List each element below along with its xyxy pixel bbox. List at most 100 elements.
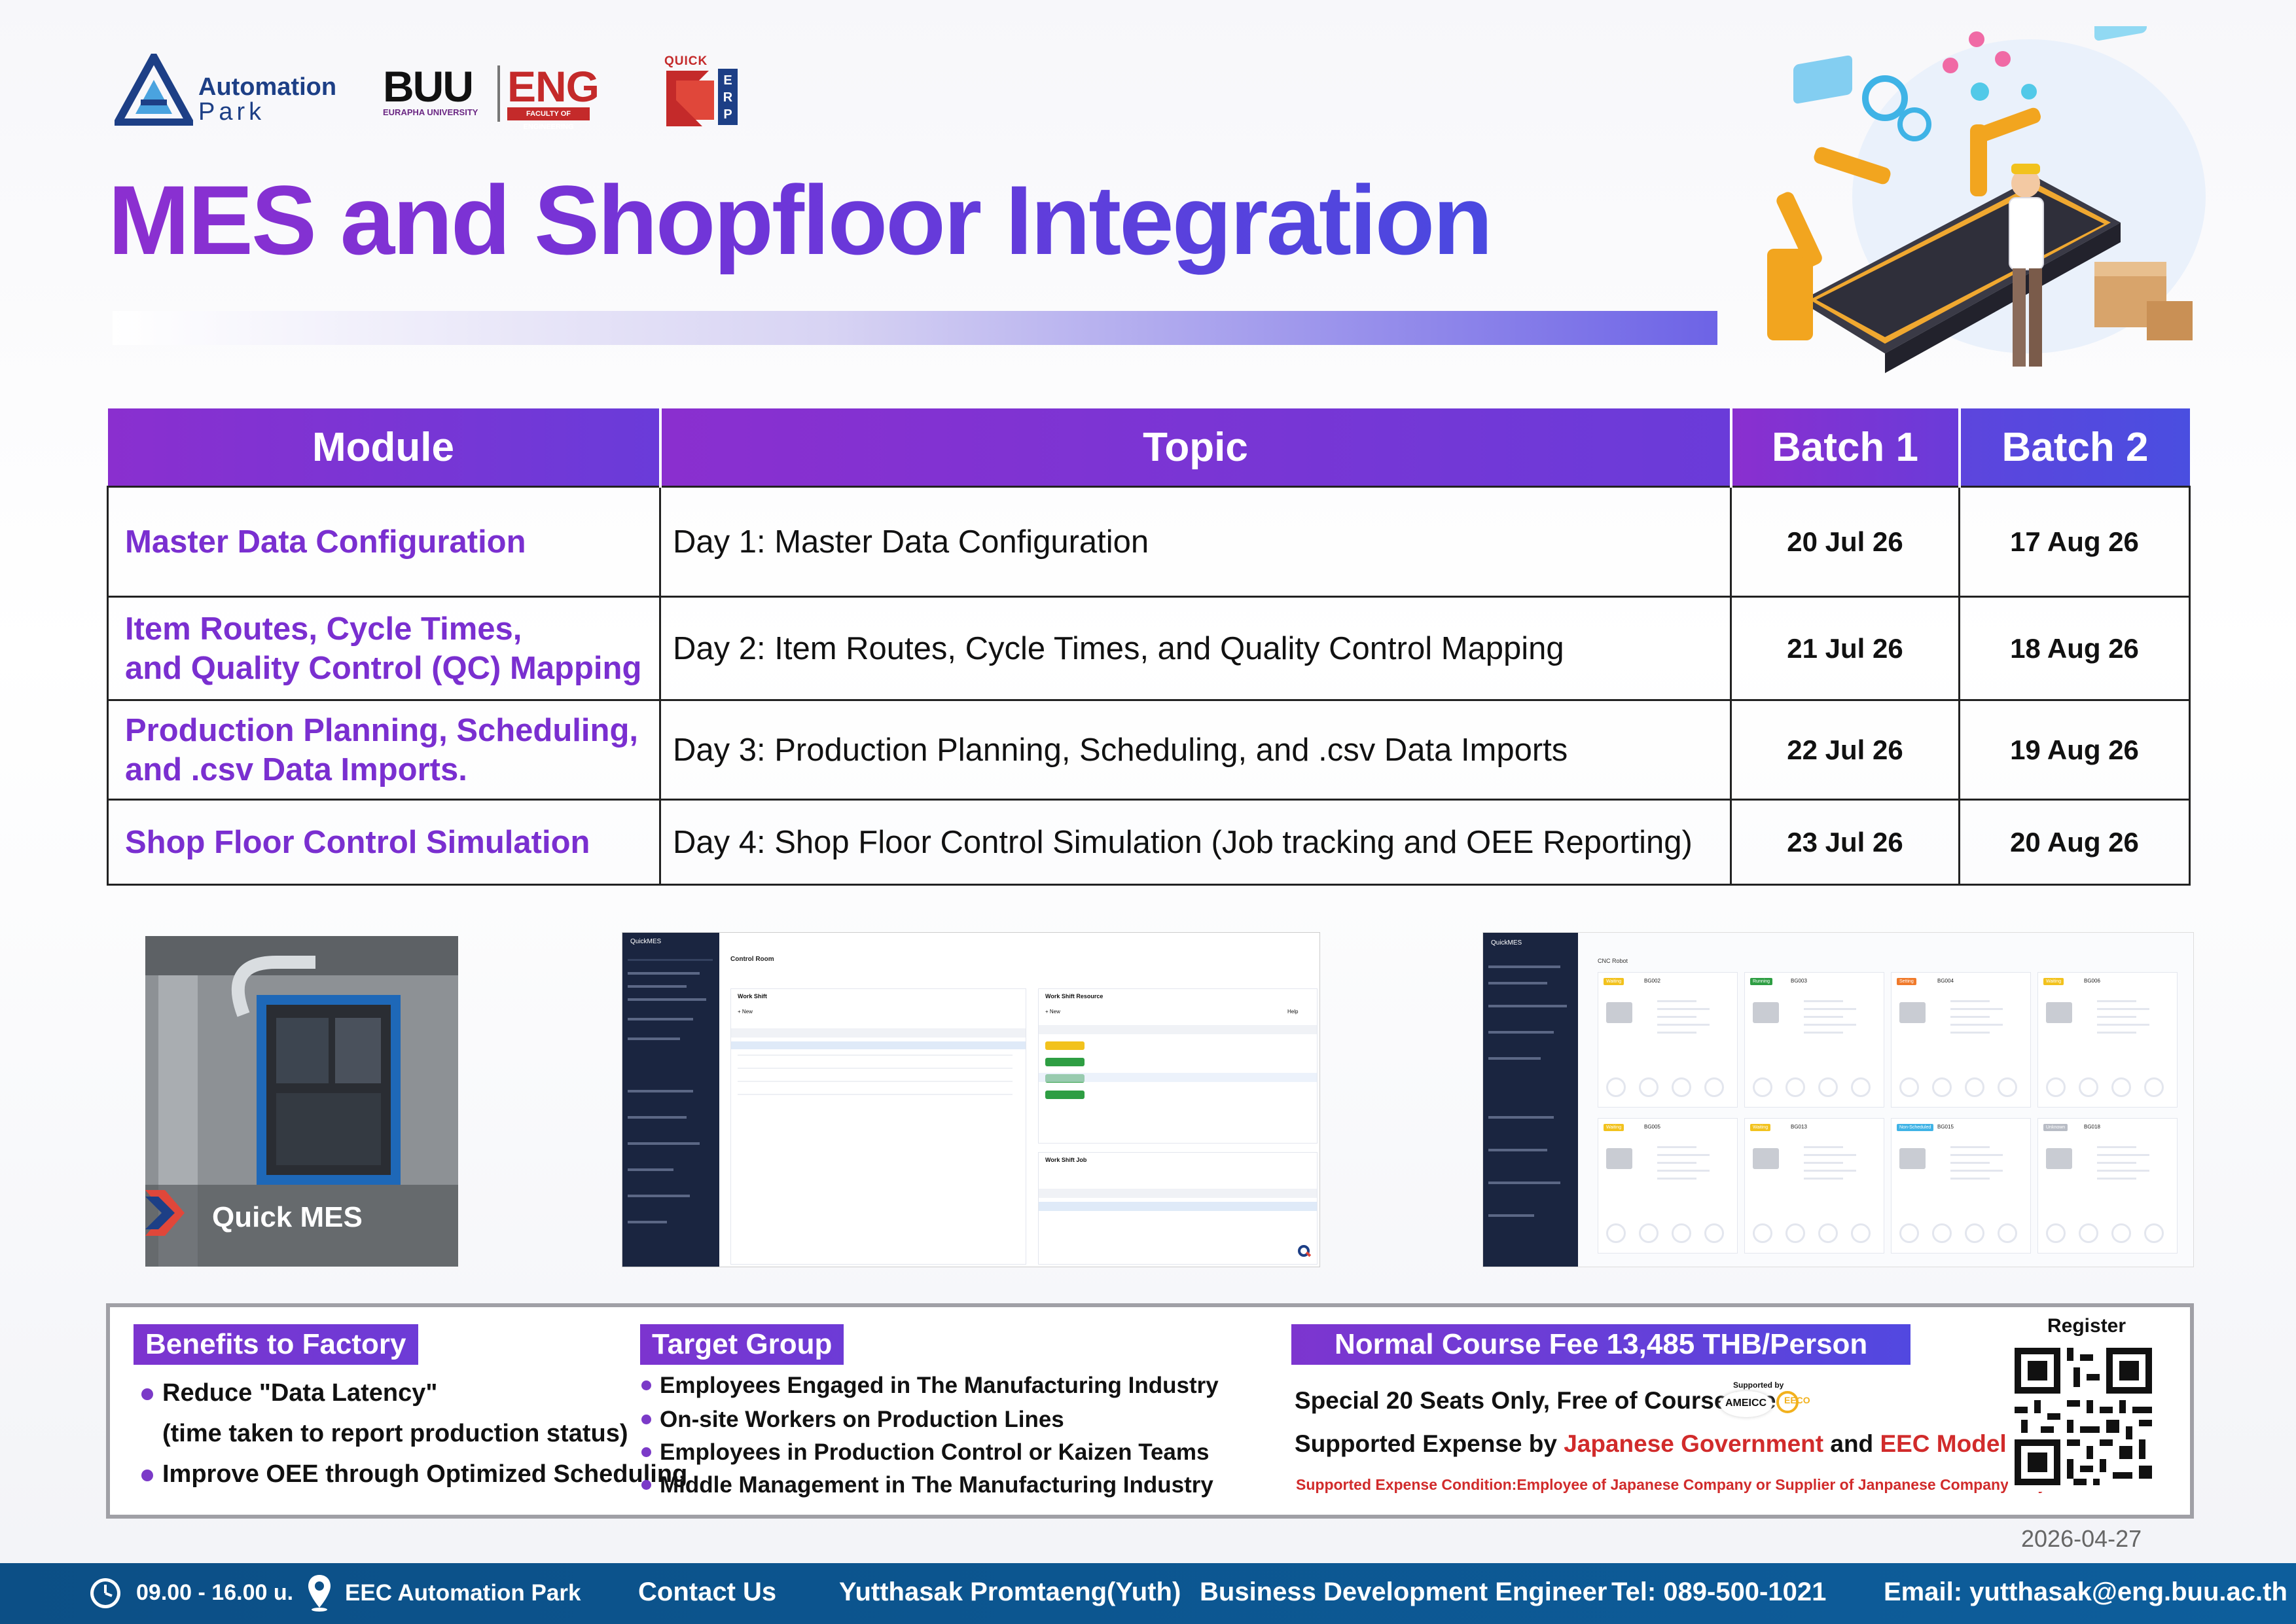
footer-location: EEC Automation Park	[345, 1580, 581, 1606]
special-seats-text: Special 20 Seats Only, Free of Course Fe…	[1295, 1387, 1776, 1414]
machine-status-badge: Setting	[1897, 978, 1916, 985]
control-room-screenshot: QuickMES Control Room Work Shift + New W…	[622, 932, 1320, 1267]
machine-card[interactable]: Waiting BG006	[2037, 972, 2178, 1108]
oee-gauge	[1851, 1223, 1871, 1243]
target-group-title: Target Group	[640, 1324, 844, 1365]
oee-gauge	[1899, 1223, 1919, 1243]
oee-gauge	[1753, 1077, 1772, 1097]
sponsor-logos: Supported by AMEICC EECO	[1711, 1380, 1810, 1420]
machine-card[interactable]: Running BG003	[1744, 972, 1884, 1108]
oee-gauge	[1753, 1223, 1772, 1243]
status-pill-waiting	[1045, 1041, 1085, 1050]
machine-thumbnail	[1606, 1148, 1632, 1169]
machine-card[interactable]: Non-Scheduled BG015	[1891, 1118, 2031, 1254]
oee-gauge	[1818, 1077, 1838, 1097]
oee-gauge	[2046, 1077, 2066, 1097]
oee-gauge	[1851, 1077, 1871, 1097]
ameicc-logo-text: AMEICC	[1725, 1398, 1767, 1409]
work-shift-panel: Work Shift + New	[730, 988, 1026, 1265]
work-shift-resource-panel: Work Shift Resource + New Help	[1038, 988, 1318, 1144]
resource-help-button[interactable]: Help	[1287, 1009, 1298, 1015]
university-name: EURAPHA UNIVERSITY	[383, 107, 478, 117]
module-name-line2: and Quality Control (QC) Mapping	[125, 650, 642, 686]
table-header-row: Module Topic Batch 1 Batch 2	[107, 408, 2190, 487]
header-topic: Topic	[660, 408, 1732, 487]
machine-card[interactable]: Setting BG004	[1891, 972, 2031, 1108]
logo-divider	[497, 65, 500, 122]
support-prefix: Supported Expense by	[1295, 1430, 1557, 1457]
target-item: Employees in Production Control or Kaize…	[641, 1439, 1210, 1465]
topic-cell: Day 2: Item Routes, Cycle Times, and Qua…	[659, 596, 1732, 701]
faculty-name: FACULTY OF ENGINEERING	[507, 107, 590, 131]
machine-id: BG002	[1644, 978, 1660, 984]
topic-cell: Day 1: Master Data Configuration	[659, 486, 1732, 598]
batch1-date: 23 Jul 26	[1730, 799, 1960, 886]
register-qr-code[interactable]	[2008, 1341, 2159, 1492]
quick-erp-icon: E R P	[666, 69, 738, 126]
machine-card[interactable]: Unknown BG018	[2037, 1118, 2178, 1254]
machine-thumbnail	[1606, 1002, 1632, 1023]
target-item: Middle Management in The Manufacturing I…	[641, 1472, 1213, 1498]
machine-id: BG005	[1644, 1124, 1660, 1130]
topic-cell: Day 3: Production Planning, Scheduling, …	[659, 699, 1732, 801]
machine-card[interactable]: Waiting BG013	[1744, 1118, 1884, 1254]
oee-gauge	[1639, 1077, 1659, 1097]
batch2-date: 17 Aug 26	[1958, 486, 2191, 598]
eeco-logo-text: EECO	[1784, 1395, 1810, 1405]
status-pill-running	[1045, 1058, 1085, 1066]
target-item: On-site Workers on Production Lines	[641, 1407, 1064, 1432]
oee-gauge	[2079, 1223, 2098, 1243]
module-name: Item Routes, Cycle Times,	[125, 611, 522, 647]
clock-icon	[90, 1578, 120, 1608]
control-page-title: Control Room	[730, 956, 774, 963]
course-fee-title: Normal Course Fee 13,485 THB/Person	[1291, 1324, 1911, 1365]
target-item: Employees Engaged in The Manufacturing I…	[641, 1373, 1219, 1398]
quick-logo-icon	[1297, 1244, 1312, 1259]
batch2-date: 18 Aug 26	[1958, 596, 2191, 701]
machine-thumbnail	[1753, 1148, 1779, 1169]
course-info-box: Benefits to Factory Reduce "Data Latency…	[106, 1303, 2194, 1519]
footer-phone[interactable]: Tel: 089-500-1021	[1611, 1578, 1826, 1607]
oee-gauge	[2144, 1223, 2164, 1243]
resource-new-button[interactable]: + New	[1045, 1009, 1060, 1015]
footer-email[interactable]: Email: yutthasak@eng.buu.ac.th	[1884, 1578, 2287, 1607]
oee-gauge	[1965, 1223, 1984, 1243]
oee-gauge	[1998, 1077, 2017, 1097]
shopfloor-dashboard-screenshot: QuickMES CNC Robot Waiting BG002 Running BG…	[1482, 932, 2194, 1267]
control-app-name: QuickMES	[630, 938, 662, 945]
benefit-item: Reduce "Data Latency"	[141, 1379, 438, 1407]
machine-card-grid: Waiting BG002 Running BG003 Setting BG004 Wait…	[1598, 972, 2187, 1260]
oee-gauge	[1965, 1077, 1984, 1097]
header-module: Module	[107, 408, 662, 487]
module-cell: Master Data Configuration	[107, 486, 661, 598]
machine-card[interactable]: Waiting BG002	[1598, 972, 1738, 1108]
oee-gauge	[1672, 1077, 1691, 1097]
header-batch-1: Batch 1	[1731, 408, 1961, 487]
supported-by-label: Supported by	[1733, 1380, 1784, 1390]
oee-gauge	[1932, 1077, 1952, 1097]
course-schedule-table: Module Topic Batch 1 Batch 2 Master Data…	[107, 408, 2191, 886]
date-stamp: 2026-04-27	[2021, 1525, 2142, 1552]
machine-card[interactable]: Waiting BG005	[1598, 1118, 1738, 1254]
machine-thumbnail	[1899, 1148, 1926, 1169]
supported-expense-text: Supported Expense by Japanese Government…	[1295, 1430, 2092, 1458]
oee-gauge	[1899, 1077, 1919, 1097]
batch2-date: 20 Aug 26	[1958, 799, 2191, 886]
machine-id: BG018	[2084, 1124, 2100, 1130]
work-shift-job-panel: Work Shift Job	[1038, 1152, 1318, 1265]
machine-status-badge: Running	[1750, 978, 1773, 985]
benefit-item: (time taken to report production status)	[162, 1420, 628, 1447]
machine-status-badge: Unknown	[2043, 1124, 2068, 1131]
footer-contact-label: Contact Us	[638, 1578, 777, 1606]
table-row: Production Planning, Scheduling, and .csv…	[107, 699, 2191, 801]
supported-condition-text: Supported Expense Condition:Employee of …	[1296, 1476, 2047, 1493]
location-pin-icon	[308, 1575, 331, 1612]
footer-contact-name: Yutthasak Promtaeng(Yuth)	[839, 1578, 1181, 1606]
work-shift-new-button[interactable]: + New	[738, 1009, 753, 1015]
photo-caption: Quick MES	[212, 1201, 363, 1233]
benefit-item: Improve OEE through Optimized Scheduling	[141, 1460, 688, 1488]
machine-id: BG003	[1791, 978, 1807, 984]
batch1-date: 22 Jul 26	[1730, 699, 1960, 801]
oee-gauge	[2144, 1077, 2164, 1097]
machine-id: BG013	[1791, 1124, 1807, 1130]
